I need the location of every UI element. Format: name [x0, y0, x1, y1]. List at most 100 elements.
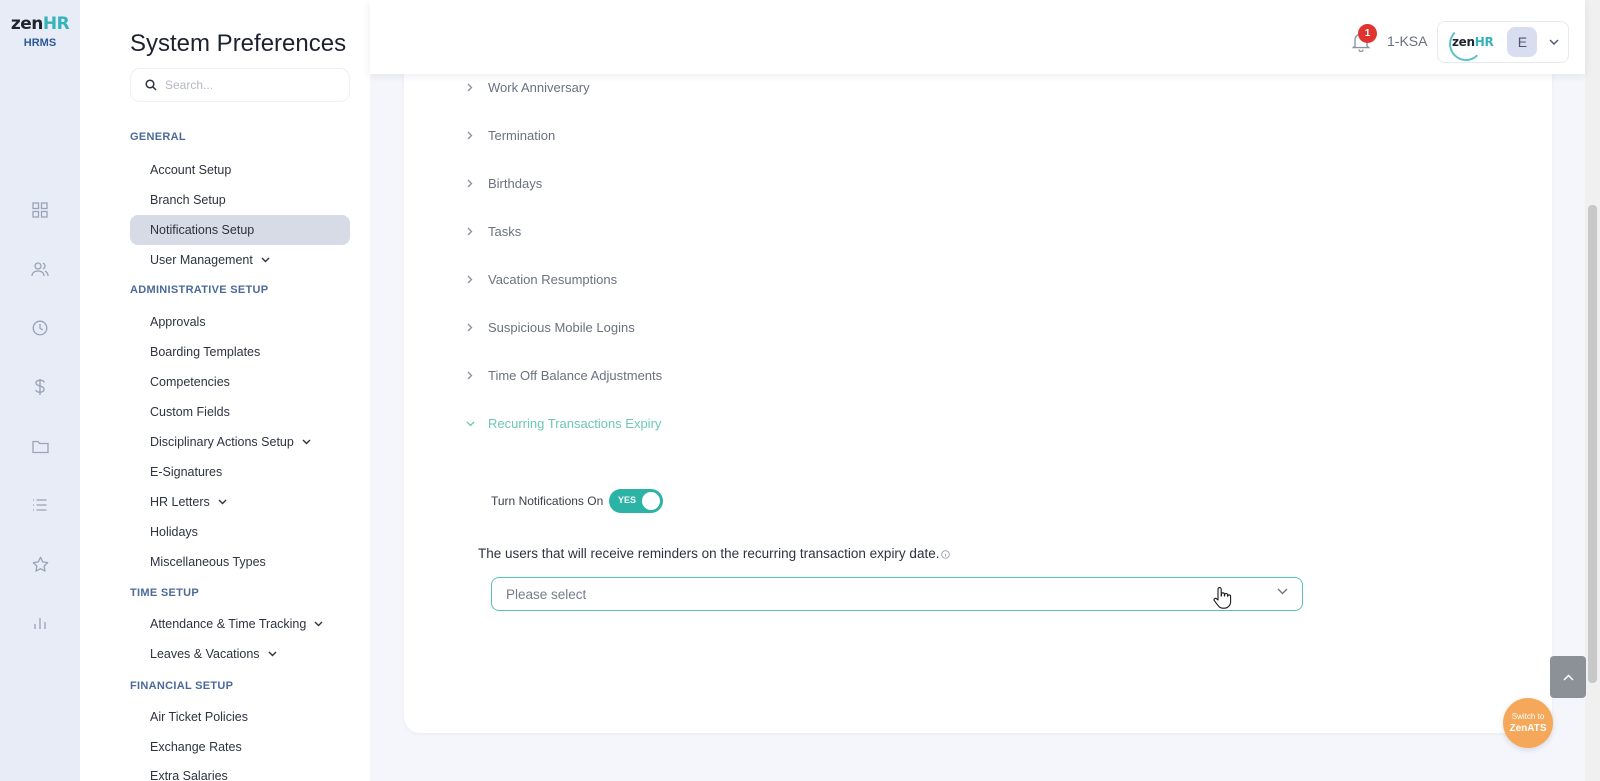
sidebar-item-competencies[interactable]: Competencies: [130, 367, 350, 397]
scroll-to-top-button[interactable]: [1550, 656, 1586, 698]
dashboard-icon[interactable]: [26, 196, 54, 224]
sidebar-item-label: Account Setup: [150, 163, 232, 177]
sidebar-item-label: Miscellaneous Types: [150, 555, 266, 569]
sidebar-item-air-ticket-policies[interactable]: Air Ticket Policies: [130, 702, 350, 732]
scrollbar-thumb[interactable]: [1588, 205, 1597, 683]
account-company-logo: zenHR: [1448, 27, 1494, 61]
folder-icon[interactable]: [26, 432, 54, 460]
sidebar-item-label: Notifications Setup: [150, 223, 255, 237]
account-logo-accent: HR: [1474, 35, 1494, 49]
switch-to-zenats-button[interactable]: Switch to ZenATS: [1503, 698, 1553, 748]
chevron-right-icon: [462, 227, 478, 236]
sidebar-item-disciplinary-actions-setup[interactable]: Disciplinary Actions Setup: [130, 427, 350, 457]
sidebar-item-attendance-time-tracking[interactable]: Attendance & Time Tracking: [130, 609, 350, 639]
search-input[interactable]: [165, 78, 335, 92]
accordion-label: Work Anniversary: [488, 80, 590, 95]
sidebar-item-label: Holidays: [150, 525, 198, 539]
accordion-recurring-transactions-expiry[interactable]: Recurring Transactions Expiry: [462, 416, 661, 431]
account-logo-text: zen: [1452, 35, 1475, 49]
chevron-down-icon: [302, 439, 311, 445]
sidebar-item-exchange-rates[interactable]: Exchange Rates: [130, 732, 350, 762]
accordion-label: Time Off Balance Adjustments: [488, 368, 663, 383]
sidebar-item-hr-letters[interactable]: HR Letters: [130, 487, 350, 517]
sidebar-item-notifications-setup[interactable]: Notifications Setup: [130, 215, 350, 245]
info-icon[interactable]: [941, 550, 951, 559]
sidebar-item-label: E-Signatures: [150, 465, 223, 479]
accordion-suspicious-mobile-logins[interactable]: Suspicious Mobile Logins: [462, 320, 635, 335]
accordion-label: Vacation Resumptions: [488, 272, 618, 287]
sidebar-item-e-signatures[interactable]: E-Signatures: [130, 457, 350, 487]
sidebar-item-account-setup[interactable]: Account Setup: [130, 155, 350, 185]
people-icon[interactable]: [26, 255, 54, 283]
chevron-right-icon: [462, 131, 478, 140]
notification-badge: 1: [1358, 24, 1377, 43]
accordion-vacation-resumptions[interactable]: Vacation Resumptions: [462, 272, 617, 287]
sidebar-item-boarding-templates[interactable]: Boarding Templates: [130, 337, 350, 367]
sidebar-item-label: Attendance & Time Tracking: [150, 617, 307, 631]
dollar-icon[interactable]: [26, 373, 54, 401]
sidebar-item-label: HR Letters: [150, 495, 210, 509]
zenhr-logo[interactable]: zenHR HRMS: [0, 14, 80, 49]
company-name[interactable]: 1-KSA: [1387, 33, 1427, 49]
section-financial: FINANCIAL SETUP: [130, 680, 234, 692]
chevron-right-icon: [462, 83, 478, 92]
bar-chart-icon[interactable]: [26, 609, 54, 637]
top-header: 1 1-KSA zenHR E: [370, 0, 1585, 74]
sidebar-item-holidays[interactable]: Holidays: [130, 517, 350, 547]
toggle-knob: [642, 492, 660, 510]
logo-text-accent: HR: [42, 14, 70, 34]
sidebar-item-approvals[interactable]: Approvals: [130, 307, 350, 337]
page-title: System Preferences: [130, 30, 347, 57]
chevron-down-icon: [268, 651, 277, 657]
switch-line-1: Switch to: [1511, 712, 1545, 721]
sidebar-item-label: Approvals: [150, 315, 206, 329]
chevron-right-icon: [462, 371, 478, 380]
sidebar-item-extra-salaries[interactable]: Extra Salaries: [130, 761, 350, 781]
sidebar-item-label: Air Ticket Policies: [150, 710, 248, 724]
chevron-right-icon: [462, 275, 478, 284]
search-icon: [145, 79, 157, 91]
chevron-down-icon: [462, 421, 478, 427]
sidebar-item-miscellaneous-types[interactable]: Miscellaneous Types: [130, 547, 350, 577]
sidebar-item-custom-fields[interactable]: Custom Fields: [130, 397, 350, 427]
toggle-value: YES: [618, 495, 637, 505]
logo-text-main: zen: [10, 14, 44, 34]
clock-icon[interactable]: [26, 314, 54, 342]
toggle-label: Turn Notifications On: [491, 494, 604, 508]
recipients-select[interactable]: Please select: [491, 577, 1303, 611]
star-icon[interactable]: [26, 550, 54, 578]
sidebar-item-label: Branch Setup: [150, 193, 226, 207]
accordion-time-off-balance-adjustments[interactable]: Time Off Balance Adjustments: [462, 368, 662, 383]
chevron-up-icon: [1562, 673, 1574, 681]
sidebar-item-label: Boarding Templates: [150, 345, 261, 359]
accordion-label: Recurring Transactions Expiry: [488, 416, 662, 431]
accordion-work-anniversary[interactable]: Work Anniversary: [462, 80, 590, 95]
sidebar-item-label: Competencies: [150, 375, 230, 389]
section-administrative: ADMINISTRATIVE SETUP: [130, 284, 269, 296]
icon-rail: zenHR HRMS: [0, 0, 80, 781]
sidebar-item-leaves-vacations[interactable]: Leaves & Vacations: [130, 639, 350, 669]
accordion-tasks[interactable]: Tasks: [462, 224, 521, 239]
avatar: E: [1507, 27, 1538, 57]
sidebar-item-label: Leaves & Vacations: [150, 647, 260, 661]
sidebar-item-user-management[interactable]: User Management: [130, 245, 350, 275]
notifications-toggle[interactable]: YES: [609, 489, 663, 513]
recipients-description: The users that will receive reminders on…: [478, 546, 951, 561]
list-icon[interactable]: [26, 491, 54, 519]
accordion-birthdays[interactable]: Birthdays: [462, 176, 542, 191]
sidebar-item-label: User Management: [150, 253, 253, 267]
description-text: The users that will receive reminders on…: [478, 546, 940, 561]
settings-sidebar: System Preferences GENERAL Account Setup…: [80, 0, 370, 781]
account-menu[interactable]: zenHR E: [1437, 21, 1569, 63]
notifications-card: Work Anniversary Termination Birthdays T…: [404, 60, 1552, 733]
chevron-down-icon: [314, 621, 323, 627]
section-general: GENERAL: [130, 131, 186, 143]
hand-cursor-icon: [1213, 587, 1232, 609]
accordion-termination[interactable]: Termination: [462, 128, 555, 143]
sidebar-item-branch-setup[interactable]: Branch Setup: [130, 185, 350, 215]
chevron-down-icon: [1277, 588, 1288, 595]
logo-subtitle: HRMS: [23, 37, 57, 49]
search-box[interactable]: [130, 68, 350, 102]
sidebar-item-label: Disciplinary Actions Setup: [150, 435, 294, 449]
section-time: TIME SETUP: [130, 587, 200, 599]
